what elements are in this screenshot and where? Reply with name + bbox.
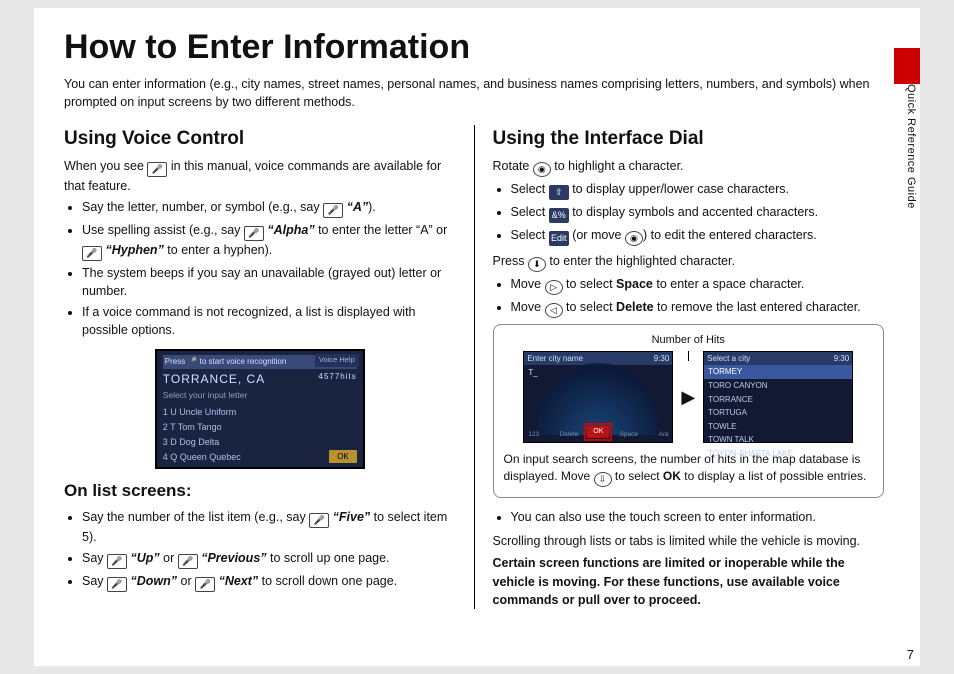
dial-heading: Using the Interface Dial [493,125,885,153]
voice-icon: 🎤 [195,577,215,592]
scroll-note: Scrolling through lists or tabs is limit… [493,532,885,550]
voice-bullet: Use spelling assist (e.g., say 🎤 “Alpha”… [82,221,456,261]
manual-page: Quick Reference Guide How to Enter Infor… [34,8,920,666]
figure-box: Number of Hits Enter city name9:30 T_ 12… [493,324,885,498]
edit-icon: Edit [549,231,569,246]
arrow-icon: ▶ [681,384,695,410]
page-number: 7 [907,647,914,662]
voice-bullet: If a voice command is not recognized, a … [82,303,456,339]
dial-lead: Rotate ◉ to highlight a character. [493,157,885,177]
voice-lead: When you see 🎤 in this manual, voice com… [64,157,456,195]
touch-bullet: You can also use the touch screen to ent… [511,508,885,526]
dial-down-icon: ⇩ [594,472,612,487]
voice-bullet: Say the letter, number, or symbol (e.g.,… [82,198,456,218]
left-column: Using Voice Control When you see 🎤 in th… [64,125,474,609]
voice-icon: 🎤 [82,246,102,261]
screenshot-voice-list: Press 🎤 to start voice recognition Voice… [155,349,365,469]
dial-bullet: Select &% to display symbols and accente… [511,203,885,223]
voice-icon: 🎤 [178,554,198,569]
dial-move-icon: ◉ [625,231,643,246]
dial-bullet: Select ⇧ to display upper/lower case cha… [511,180,885,200]
voice-icon: 🎤 [147,162,167,177]
dial-press-icon: ⬇ [528,257,546,272]
list-bullet: Say the number of the list item (e.g., s… [82,508,456,546]
voice-icon: 🎤 [107,577,127,592]
warning-text: Certain screen functions are limited or … [493,554,885,608]
dial-press: Press ⬇ to enter the highlighted charact… [493,252,885,272]
list-bullet: Say 🎤 “Down” or 🎤 “Next” to scroll down … [82,572,456,592]
screenshot-dial-entry: Enter city name9:30 T_ 123DeleteSpaceA/a… [523,351,673,443]
voice-icon: 🎤 [309,513,329,528]
voice-icon: 🎤 [244,226,264,241]
right-column: Using the Interface Dial Rotate ◉ to hig… [474,125,885,609]
dial-left-icon: ◁ [545,303,563,318]
symbols-icon: &% [549,208,569,223]
side-tab [894,48,920,84]
ok-highlight: OK [587,426,609,438]
page-title: How to Enter Information [64,28,884,67]
dial-bullet: Select Edit (or move ◉) to edit the ente… [511,226,885,246]
voice-bullet: The system beeps if you say an unavailab… [82,264,456,300]
intro-text: You can enter information (e.g., city na… [64,75,884,111]
shift-icon: ⇧ [549,185,569,200]
dial-bullet: Move ▷ to select Space to enter a space … [511,275,885,295]
screenshot-city-list: Select a city9:30 TORMEY TORO CANYON TOR… [703,351,853,443]
dial-right-icon: ▷ [545,280,563,295]
list-heading: On list screens: [64,479,456,504]
list-bullet: Say 🎤 “Up” or 🎤 “Previous” to scroll up … [82,549,456,569]
dial-bullet: Move ◁ to select Delete to remove the la… [511,298,885,318]
voice-icon: 🎤 [107,554,127,569]
side-tab-label: Quick Reference Guide [905,84,917,209]
voice-heading: Using Voice Control [64,125,456,153]
voice-icon: 🎤 [323,203,343,218]
dial-rotate-icon: ◉ [533,162,551,177]
hits-label: Number of Hits [504,333,874,349]
